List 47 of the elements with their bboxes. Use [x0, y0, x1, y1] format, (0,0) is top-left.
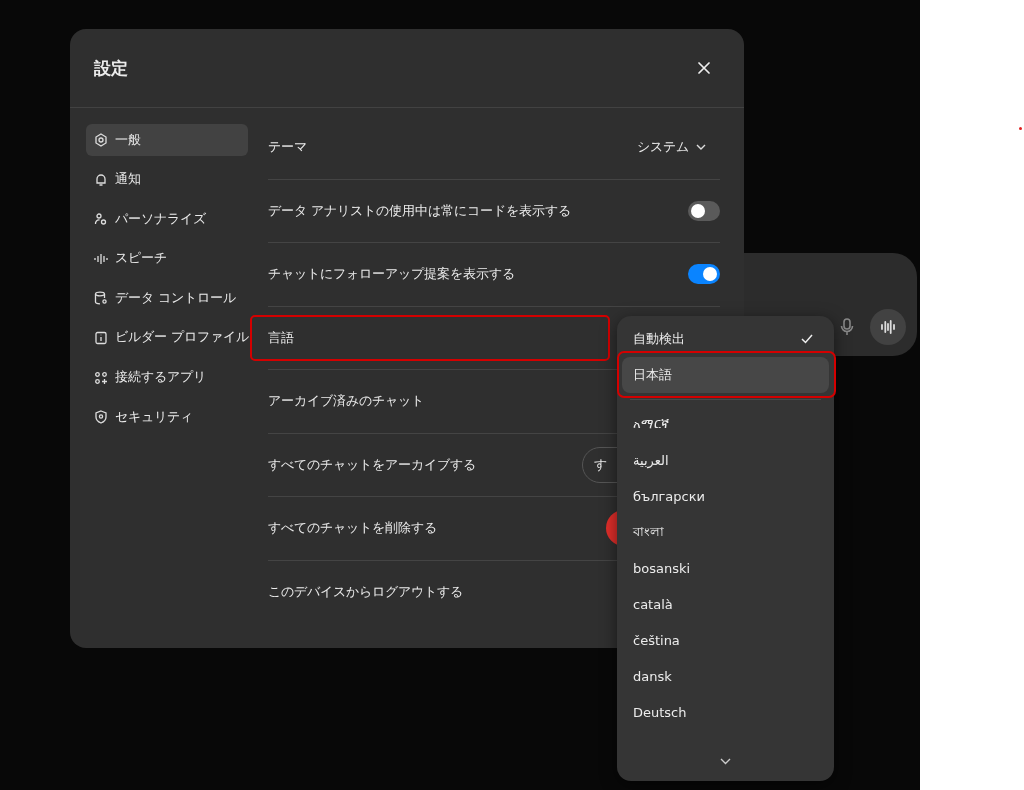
setting-label: テーマ — [268, 138, 307, 157]
setting-label: チャットにフォローアップ提案を表示する — [268, 265, 515, 284]
setting-label: すべてのチャットをアーカイブする — [268, 455, 476, 474]
bell-icon — [94, 172, 108, 187]
language-option[interactable]: বাংলা — [622, 514, 829, 550]
shield-icon — [94, 410, 108, 425]
sidebar-item[interactable]: パーソナライズ — [86, 203, 248, 236]
setting-label: アーカイブ済みのチャット — [268, 392, 424, 411]
language-option[interactable]: català — [622, 586, 829, 622]
setting-label: すべてのチャットを削除する — [268, 519, 437, 538]
language-option[interactable]: አማርኛ — [622, 406, 829, 442]
id-card-icon — [94, 330, 108, 345]
theme-dropdown[interactable]: システム — [637, 138, 706, 157]
toggle-switch[interactable] — [688, 200, 720, 221]
sidebar-item[interactable]: 一般 — [86, 124, 248, 156]
language-option[interactable]: 日本語 — [622, 357, 829, 393]
sound-wave-icon — [94, 251, 108, 266]
toggle-switch[interactable] — [688, 264, 720, 285]
language-option[interactable]: Deutsch — [622, 694, 829, 730]
sidebar-item[interactable]: スピーチ — [86, 242, 248, 275]
language-option[interactable]: čeština — [622, 622, 829, 658]
gear-icon — [94, 133, 108, 147]
people-icon — [94, 212, 108, 227]
microphone-icon — [840, 318, 854, 336]
setting-label: 言語 — [268, 328, 294, 347]
language-option[interactable]: العربية — [622, 442, 829, 478]
check-icon — [801, 334, 813, 344]
setting-label: このデバイスからログアウトする — [268, 583, 463, 602]
language-option[interactable]: 自動検出 — [622, 321, 829, 357]
chevron-down-icon[interactable] — [720, 758, 731, 765]
dialog-title: 設定 — [94, 56, 128, 80]
language-option[interactable]: bosanski — [622, 550, 829, 586]
sidebar-item[interactable]: ビルダー プロファイル — [86, 321, 248, 354]
chevron-down-icon — [696, 144, 706, 151]
sidebar-item[interactable]: 通知 — [86, 163, 248, 196]
sidebar-item[interactable]: セキュリティ — [86, 401, 248, 434]
sound-wave-icon — [880, 320, 896, 334]
language-option[interactable]: български — [622, 478, 829, 514]
close-icon[interactable] — [698, 62, 710, 74]
database-icon — [94, 291, 108, 306]
language-option[interactable]: dansk — [622, 658, 829, 694]
sidebar-item[interactable]: 接続するアプリ — [86, 361, 248, 394]
marker-dot — [1019, 127, 1022, 130]
setting-label: データ アナリストの使用中は常にコードを表示する — [268, 201, 572, 220]
sidebar-item[interactable]: データ コントロール — [86, 282, 248, 315]
apps-icon — [94, 370, 108, 385]
voice-button[interactable] — [870, 309, 906, 345]
